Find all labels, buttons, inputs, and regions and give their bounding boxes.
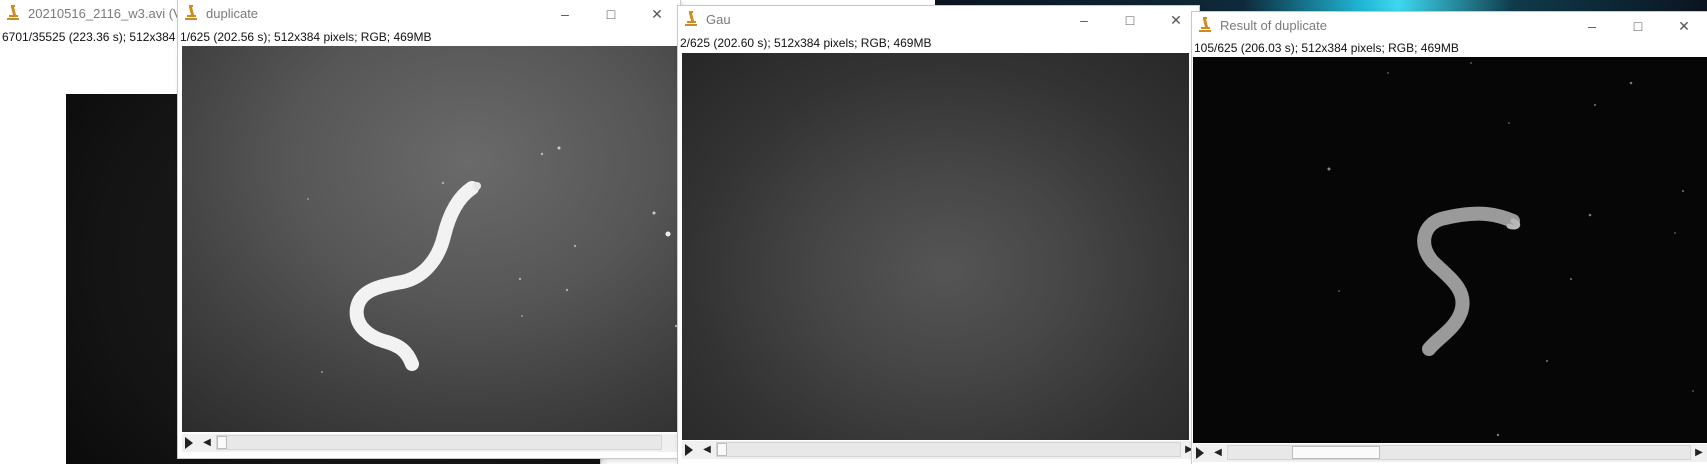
imagej-microscope-icon (1199, 17, 1211, 32)
scrollbar-track[interactable] (216, 435, 662, 450)
minimize-icon[interactable]: – (1569, 12, 1615, 40)
window-result[interactable]: Result of duplicate – □ ✕ 105/625 (206.0… (1192, 12, 1707, 464)
image-canvas-gau[interactable] (682, 53, 1189, 440)
scrollbar-thumb[interactable] (217, 436, 227, 449)
worm-shape (1327, 62, 1694, 437)
titlebar-duplicate[interactable]: duplicate – □ ✕ (178, 0, 680, 28)
play-icon[interactable] (685, 444, 693, 456)
arrow-left-icon[interactable]: ◀ (700, 443, 714, 457)
arrow-left-icon[interactable]: ◀ (1211, 446, 1225, 460)
image-info: 1/625 (202.56 s); 512x384 pixels; RGB; 4… (180, 30, 432, 44)
play-icon[interactable] (1196, 447, 1204, 459)
imagej-microscope-icon (7, 5, 19, 20)
window-title: Result of duplicate (1220, 18, 1327, 33)
maximize-icon[interactable]: □ (1615, 12, 1661, 40)
maximize-icon[interactable]: □ (588, 0, 634, 28)
window-title: duplicate (206, 6, 259, 21)
imagej-microscope-icon (685, 11, 697, 26)
worm-shape (307, 146, 678, 373)
window-duplicate[interactable]: duplicate – □ ✕ 1/625 (202.56 s); 512x38… (178, 0, 680, 458)
scrollbar-thumb[interactable] (717, 443, 727, 456)
image-info: 105/625 (206.03 s); 512x384 pixels; RGB;… (1194, 41, 1459, 55)
frame-scrollbar[interactable]: ◀ (182, 434, 678, 452)
maximize-icon[interactable]: □ (1107, 6, 1153, 34)
window-title: Gau (706, 12, 731, 27)
close-icon[interactable]: ✕ (1661, 12, 1707, 40)
minimize-icon[interactable]: – (542, 0, 588, 28)
arrow-left-icon[interactable]: ◀ (200, 436, 214, 450)
arrow-right-icon[interactable]: ▶ (1693, 446, 1705, 460)
window-title: 20210516_2116_w3.avi (V) (28, 6, 187, 21)
scrollbar-track[interactable] (1227, 445, 1691, 460)
frame-scrollbar[interactable]: ◀ ▶ (682, 441, 1197, 459)
titlebar-gau[interactable]: Gau – □ ✕ (678, 6, 1199, 34)
imagej-microscope-icon (185, 5, 197, 20)
image-info: 2/625 (202.60 s); 512x384 pixels; RGB; 4… (680, 36, 932, 50)
image-canvas-duplicate[interactable] (182, 46, 678, 432)
image-info: 6701/35525 (223.36 s); 512x384 (2, 30, 176, 44)
play-icon[interactable] (185, 437, 193, 449)
titlebar-result[interactable]: Result of duplicate – □ ✕ (1192, 12, 1707, 40)
frame-scrollbar[interactable]: ◀ ▶ (1193, 444, 1707, 462)
scrollbar-thumb[interactable] (1292, 446, 1380, 459)
window-gau[interactable]: Gau – □ ✕ 2/625 (202.60 s); 512x384 pixe… (678, 6, 1199, 464)
image-canvas-result[interactable] (1193, 57, 1707, 443)
close-icon[interactable]: ✕ (634, 0, 680, 28)
minimize-icon[interactable]: – (1061, 6, 1107, 34)
scrollbar-track[interactable] (716, 442, 1181, 457)
